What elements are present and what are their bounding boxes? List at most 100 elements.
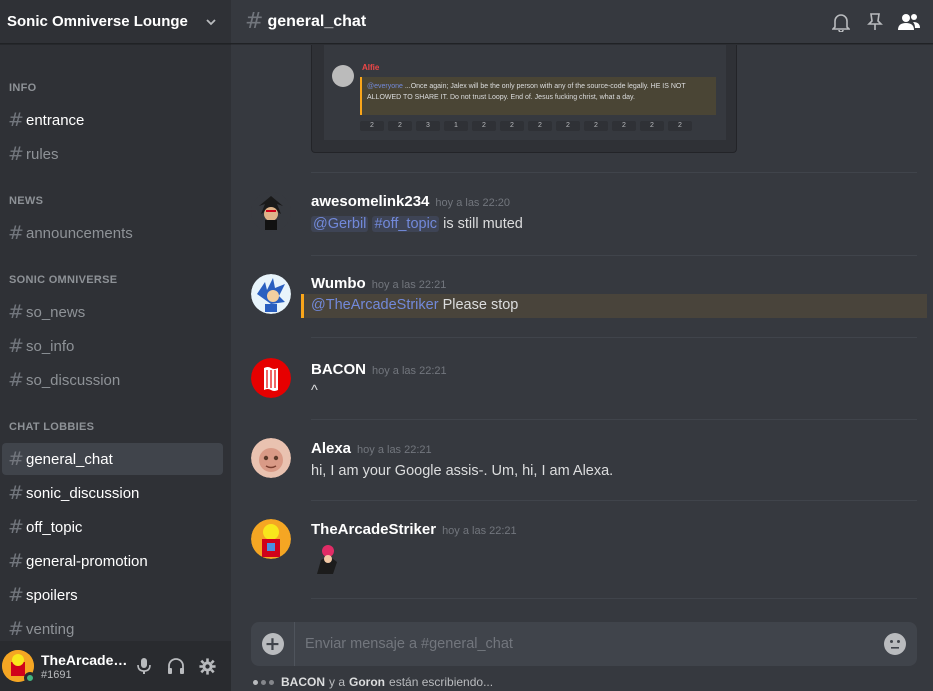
message-timestamp: hoy a las 22:21 — [371, 279, 447, 291]
channel-label: so_info — [26, 337, 75, 355]
pinned-messages-button[interactable] — [863, 10, 887, 34]
channel-general-promotion[interactable]: # general-promotion — [2, 545, 223, 577]
message-divider — [311, 500, 917, 501]
user-mention[interactable]: @TheArcadeStriker — [311, 297, 439, 313]
channel-sonic-discussion[interactable]: # sonic_discussion — [2, 477, 223, 509]
user-info[interactable]: TheArcadeSt... #1691 — [41, 652, 128, 681]
channel-so-news[interactable]: # so_news — [2, 296, 223, 328]
upload-button[interactable]: + — [251, 622, 295, 666]
embed-reaction: 2 — [584, 121, 608, 131]
avatar[interactable] — [2, 650, 36, 684]
category-sonic-omniverse[interactable]: SONIC OMNIVERSE — [0, 251, 231, 295]
category-news[interactable]: NEWS — [0, 172, 231, 216]
channel-label: spoilers — [26, 586, 78, 604]
message-header: Wumbo hoy a las 22:21 — [311, 275, 446, 292]
message-author[interactable]: TheArcadeStriker — [311, 521, 436, 538]
channel-label: announcements — [26, 224, 133, 242]
chat-header: # general_chat — [231, 0, 933, 44]
emoji-picker-button[interactable] — [873, 622, 917, 666]
avatar[interactable] — [251, 274, 291, 314]
embed-reaction: 2 — [360, 121, 384, 131]
message-content: @Gerbil #off_topic is still muted — [311, 216, 523, 232]
message-author[interactable]: BACON — [311, 361, 366, 378]
message-author[interactable]: Wumbo — [311, 275, 366, 292]
message-input[interactable] — [295, 636, 873, 652]
avatar[interactable] — [251, 192, 291, 232]
hash-icon: # — [8, 550, 24, 572]
channel-label: so_discussion — [26, 371, 121, 389]
notification-bell-button[interactable] — [829, 10, 853, 34]
message-divider — [311, 598, 917, 599]
channel-entrance[interactable]: # entrance — [2, 104, 223, 136]
channel-sidebar: Sonic Omniverse Lounge INFO # entrance # r… — [0, 0, 231, 691]
online-status-icon — [24, 672, 36, 684]
hash-icon: # — [8, 109, 24, 131]
user-mention[interactable]: @Gerbil — [311, 216, 369, 232]
channel-label: off_topic — [26, 518, 83, 536]
hash-icon: # — [8, 482, 24, 504]
server-header[interactable]: Sonic Omniverse Lounge — [0, 0, 231, 44]
embed-reaction: 2 — [668, 121, 692, 131]
channel-so-discussion[interactable]: # so_discussion — [2, 364, 223, 396]
hash-icon: # — [8, 222, 24, 244]
locked-hash-icon: # — [8, 584, 24, 606]
embed-quote: @everyone ...Once again; Jalex will be t… — [360, 77, 716, 115]
category-chat-lobbies[interactable]: CHAT LOBBIES — [0, 398, 231, 442]
embedded-image[interactable]: Alfie @everyone ...Once again; Jalex wil… — [311, 45, 737, 153]
message-content: hi, I am your Google assis-. Um, hi, I a… — [311, 463, 614, 479]
channel-announcements[interactable]: # announcements — [2, 217, 223, 249]
channel-spoilers[interactable]: # spoilers — [2, 579, 223, 611]
embed-reaction: 2 — [612, 121, 636, 131]
user-panel: TheArcadeSt... #1691 — [0, 641, 231, 691]
embed-reaction: 2 — [500, 121, 524, 131]
embedded-image-content: Alfie @everyone ...Once again; Jalex wil… — [324, 45, 726, 140]
avatar[interactable] — [251, 438, 291, 478]
message-author[interactable]: Alexa — [311, 440, 351, 457]
message-author[interactable]: awesomelink234 — [311, 193, 429, 210]
channel-label: entrance — [26, 111, 85, 129]
typing-dots-icon — [253, 679, 274, 685]
channel-label: so_news — [26, 303, 86, 321]
bell-icon — [832, 13, 850, 32]
microphone-button[interactable] — [128, 650, 160, 682]
message-timestamp: hoy a las 22:21 — [442, 525, 517, 537]
channel-mention[interactable]: #off_topic — [372, 216, 440, 232]
embed-reaction: 2 — [528, 121, 552, 131]
embed-reaction: 2 — [640, 121, 664, 131]
embed-author: Alfie — [362, 63, 380, 72]
header-toolbar — [829, 10, 921, 34]
member-list-button[interactable] — [897, 10, 921, 34]
embed-reaction: 2 — [388, 121, 412, 131]
message-text: Please stop — [438, 297, 519, 313]
message-divider — [311, 255, 917, 256]
channel-off-topic[interactable]: # off_topic — [2, 511, 223, 543]
server-name: Sonic Omniverse Lounge — [7, 13, 188, 30]
category-info[interactable]: INFO — [0, 60, 231, 103]
channel-list: INFO # entrance # rules NEWS # announcement… — [0, 44, 231, 645]
message-timestamp: hoy a las 22:21 — [372, 365, 447, 377]
avatar[interactable] — [251, 358, 291, 398]
embed-text: ...Once again; Jalex will be the only pe… — [367, 83, 686, 101]
avatar[interactable] — [251, 519, 291, 559]
hash-icon: # — [8, 301, 24, 323]
embed-reaction: 1 — [444, 121, 468, 131]
message-divider — [311, 337, 917, 338]
typing-suffix: están escribiendo... — [389, 675, 494, 689]
typing-indicator: BACON y a Goron están escribiendo... — [253, 674, 493, 690]
pin-icon — [867, 12, 883, 30]
hash-icon: # — [8, 448, 24, 470]
typing-joiner: y a — [329, 675, 346, 689]
embed-reaction: 2 — [556, 121, 580, 131]
channel-so-info[interactable]: # so_info — [2, 330, 223, 362]
custom-emoji[interactable] — [311, 544, 345, 576]
user-settings-button[interactable] — [191, 650, 223, 682]
channel-general-chat[interactable]: # general_chat — [2, 443, 223, 475]
headphones-button[interactable] — [160, 650, 192, 682]
emoji-icon — [884, 633, 906, 655]
members-icon — [898, 13, 920, 30]
channel-title: general_chat — [267, 12, 367, 30]
message-content: ^ — [311, 383, 318, 399]
app-window: Sonic Omniverse Lounge INFO # entrance # r… — [0, 0, 933, 691]
channel-rules[interactable]: # rules — [2, 138, 223, 170]
typing-user: BACON — [281, 675, 325, 689]
